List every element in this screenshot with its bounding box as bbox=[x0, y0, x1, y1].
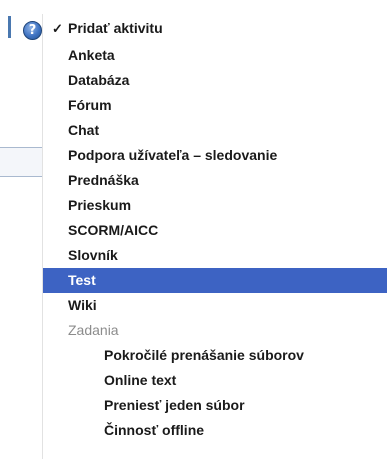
menu-item-prednaska[interactable]: Prednáška bbox=[43, 168, 387, 193]
menu-item-databaza[interactable]: Databáza bbox=[43, 68, 387, 93]
menu-item-label: Fórum bbox=[68, 97, 112, 113]
menu-item-user-support-tracking[interactable]: Podpora užívateľa – sledovanie bbox=[43, 143, 387, 168]
background-field bbox=[0, 147, 44, 177]
menu-item-add-activity[interactable]: ✓ Pridať aktivitu bbox=[43, 16, 387, 41]
background-toolbar-edge bbox=[8, 16, 11, 38]
menu-item-label: Prednáška bbox=[68, 172, 139, 188]
menu-item-online-text[interactable]: Online text bbox=[43, 368, 387, 393]
page: ? ✓ Pridať aktivitu Anketa Databáza Fóru… bbox=[0, 0, 387, 459]
menu-item-upload-single-file[interactable]: Preniesť jeden súbor bbox=[43, 393, 387, 418]
menu-item-label: Wiki bbox=[68, 297, 97, 313]
menu-item-offline-activity[interactable]: Činnosť offline bbox=[43, 418, 387, 443]
menu-item-label: Preniesť jeden súbor bbox=[104, 397, 245, 413]
menu-item-chat[interactable]: Chat bbox=[43, 118, 387, 143]
menu-item-anketa[interactable]: Anketa bbox=[43, 43, 387, 68]
menu-item-label: Online text bbox=[104, 372, 177, 388]
menu-item-label: Pokročilé prenášanie súborov bbox=[104, 347, 304, 363]
menu-group-label: Zadania bbox=[68, 322, 119, 338]
menu-item-test[interactable]: Test bbox=[43, 268, 387, 293]
checkmark-icon: ✓ bbox=[52, 21, 63, 36]
menu-item-advanced-upload[interactable]: Pokročilé prenášanie súborov bbox=[43, 343, 387, 368]
menu-item-forum[interactable]: Fórum bbox=[43, 93, 387, 118]
menu-item-label: Činnosť offline bbox=[104, 422, 205, 438]
menu-item-label: Prieskum bbox=[68, 197, 132, 213]
menu-item-scorm-aicc[interactable]: SCORM/AICC bbox=[43, 218, 387, 243]
menu-item-label: Databáza bbox=[68, 72, 130, 88]
menu-item-label: Test bbox=[68, 272, 96, 288]
menu-item-label: Chat bbox=[68, 122, 100, 138]
menu-item-label: Pridať aktivitu bbox=[68, 20, 163, 36]
menu-item-wiki[interactable]: Wiki bbox=[43, 293, 387, 318]
menu-item-label: Podpora užívateľa – sledovanie bbox=[68, 147, 278, 163]
help-icon[interactable]: ? bbox=[23, 21, 42, 40]
menu-group-zadania: Zadania bbox=[43, 318, 387, 343]
menu-item-label: SCORM/AICC bbox=[68, 222, 159, 238]
menu-item-slovnik[interactable]: Slovník bbox=[43, 243, 387, 268]
menu-item-label: Slovník bbox=[68, 247, 118, 263]
add-activity-dropdown-menu: ✓ Pridať aktivitu Anketa Databáza Fórum … bbox=[42, 14, 387, 459]
menu-item-prieskum[interactable]: Prieskum bbox=[43, 193, 387, 218]
menu-item-label: Anketa bbox=[68, 47, 115, 63]
